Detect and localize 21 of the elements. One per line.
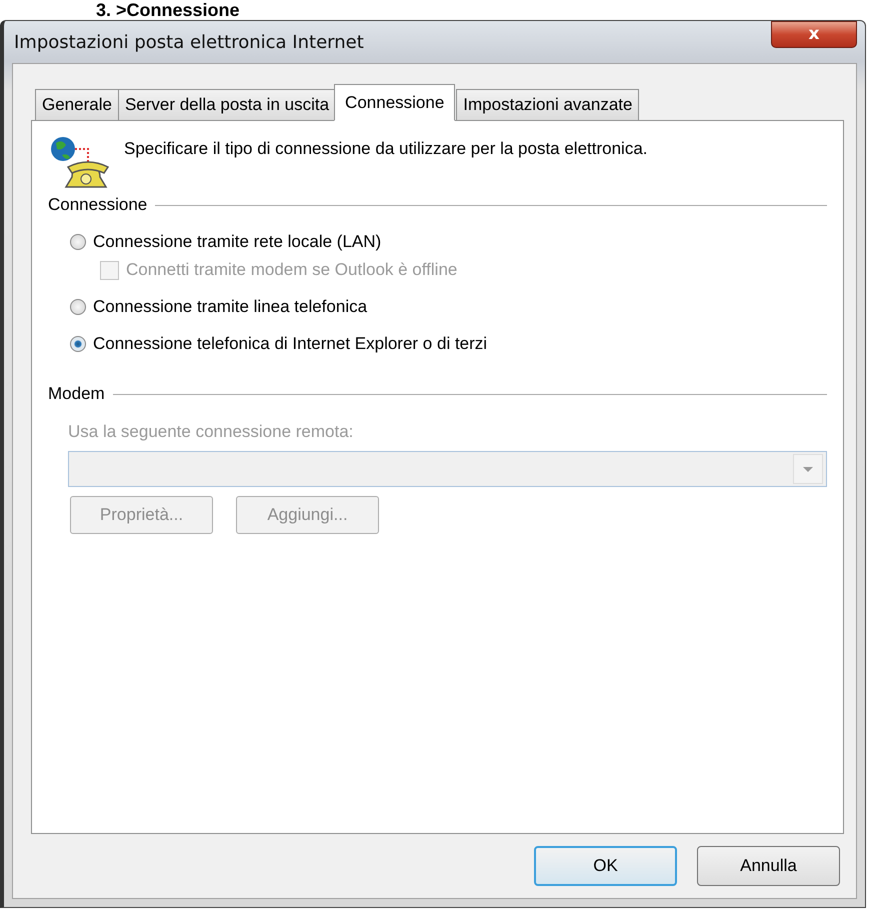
group-label: Modem (48, 384, 105, 404)
radio-button[interactable] (70, 234, 86, 250)
cancel-button[interactable]: Annulla (697, 846, 840, 886)
option-label: Connessione tramite linea telefonica (93, 297, 368, 317)
caret-icon (793, 454, 823, 484)
tab[interactable]: Generale (35, 89, 119, 121)
section-heading: 3. >Connessione (96, 0, 240, 20)
radio-button[interactable] (70, 336, 86, 352)
option-label: Connetti tramite modem se Outlook è offline (126, 260, 458, 280)
group-label: Connessione (48, 195, 148, 215)
radio-button[interactable] (70, 299, 86, 315)
ok-button[interactable]: OK (534, 846, 677, 886)
tab[interactable]: Connessione (334, 84, 456, 121)
window-title: Impostazioni posta elettronica Internet (13, 32, 364, 52)
field-label: Usa la seguente connessione remota: (68, 422, 354, 441)
option-label: Connessione telefonica di Internet Explorer o di terzi (93, 334, 488, 354)
close-button[interactable]: x (771, 20, 857, 48)
tab[interactable]: Impostazioni avanzate (456, 89, 640, 121)
tab[interactable]: Server della posta in uscita (118, 89, 336, 121)
description: Specificare il tipo di connessione da utilizzare per la posta elettronica. (124, 139, 648, 159)
option-label: Connessione tramite rete locale (LAN) (93, 232, 382, 252)
